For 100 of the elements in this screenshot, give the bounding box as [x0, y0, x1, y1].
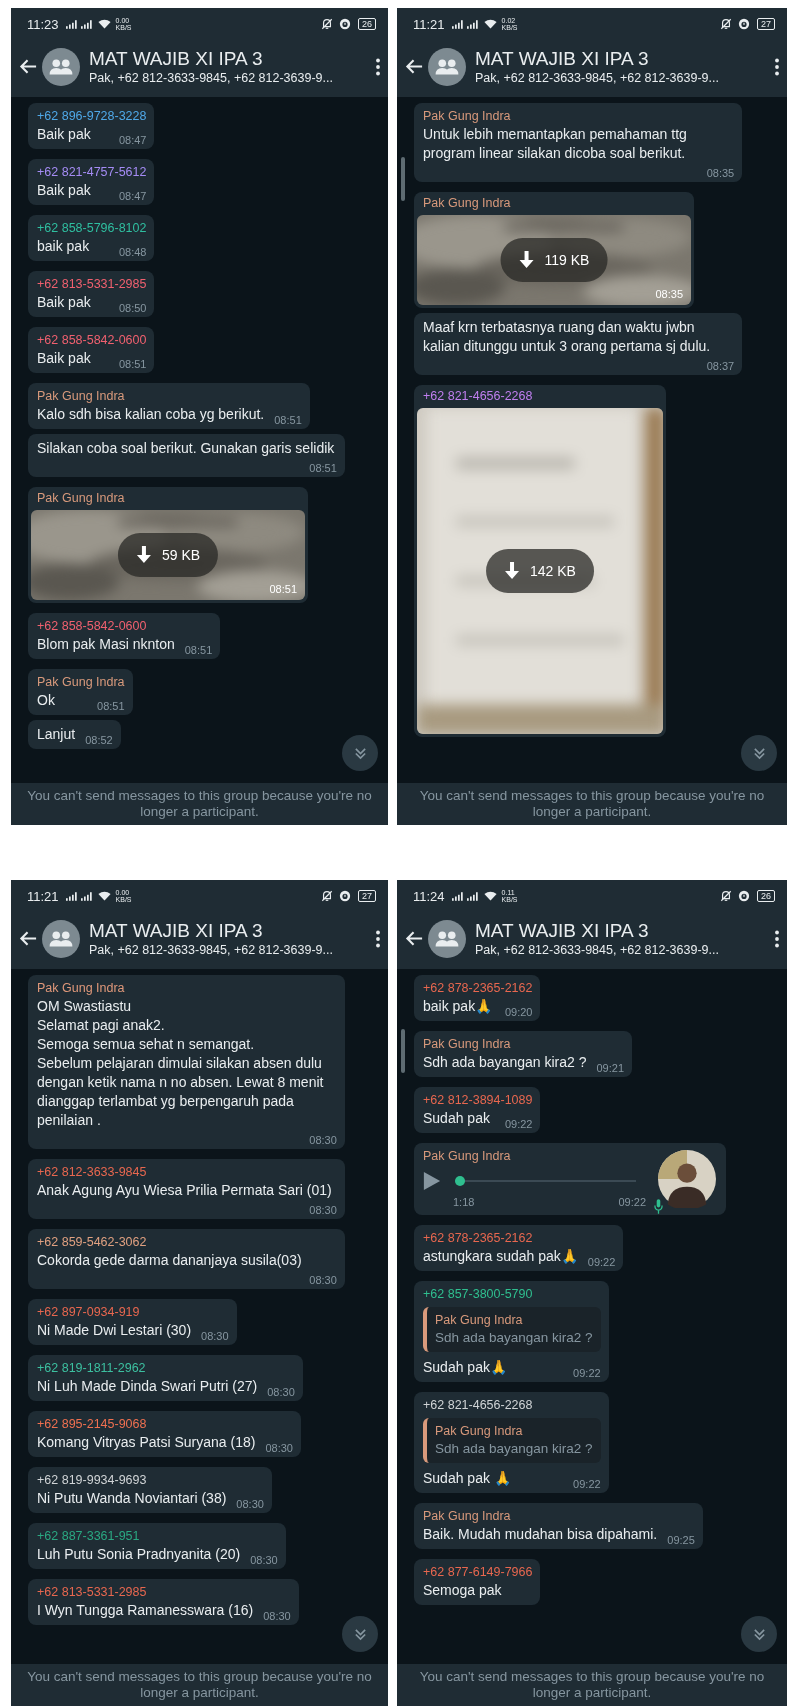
message-time: 08:30: [309, 1133, 337, 1147]
quoted-message[interactable]: Pak Gung Indra Sdh ada bayangan kira2 ?: [423, 1418, 601, 1463]
message-time: 08:30: [263, 1609, 291, 1623]
message-time: 08:47: [118, 133, 147, 147]
chat-title[interactable]: MAT WAJIB XI IPA 3: [475, 919, 769, 942]
group-avatar-icon[interactable]: [428, 47, 466, 86]
wifi-icon: [483, 891, 497, 901]
message-text: Semoga pak: [423, 1581, 502, 1600]
sender-name: +62 819-1811-2962: [37, 1360, 147, 1377]
message-text: Sdh ada bayangan kira2 ?: [423, 1053, 587, 1072]
quoted-text: Sdh ada bayangan kira2 ?: [435, 1329, 593, 1347]
message-time: 08:37: [706, 359, 735, 373]
scroll-down-button[interactable]: [342, 735, 378, 771]
download-button[interactable]: 119 KB: [500, 238, 608, 282]
notice-text: You can't send messages to this group because you're no longer a participant.: [418, 788, 766, 820]
sender-name: Pak Gung Indra: [422, 195, 512, 212]
alarm-icon: [738, 890, 750, 902]
sender-name: Pak Gung Indra: [37, 980, 126, 997]
sender-name: +62 821-4757-5612: [37, 164, 147, 181]
signal-icon: [65, 19, 78, 29]
chat-participants: Pak, +62 812-3633-9845, +62 812-3639-9...: [89, 942, 334, 958]
group-avatar-icon[interactable]: [42, 919, 80, 958]
message-time: 08:30: [267, 1385, 295, 1399]
sender-name: +62 895-2145-9068: [37, 1416, 148, 1433]
scroll-down-button[interactable]: [741, 1616, 777, 1652]
message-text: Sudah pak 🙏: [423, 1469, 511, 1488]
scroll-down-button[interactable]: [741, 735, 777, 771]
chat-participants: Pak, +62 812-3633-9845, +62 812-3639-9...: [475, 942, 720, 958]
sender-name: +62 877-6149-7966: [423, 1564, 533, 1581]
menu-icon[interactable]: [775, 929, 779, 948]
double-chevron-icon: [353, 1627, 367, 1641]
scroll-down-button[interactable]: [342, 1616, 378, 1652]
sender-name: +62 813-5331-2985: [37, 276, 147, 293]
message-text: Blom pak Masi nknton: [37, 635, 175, 654]
message-time: 09:22: [573, 1366, 601, 1380]
signal-icon: [451, 891, 464, 901]
slider-thumb[interactable]: [455, 1176, 465, 1186]
download-icon: [135, 546, 152, 564]
sender-name: Pak Gung Indra: [423, 1508, 512, 1525]
sender-name: +62 859-5462-3062: [37, 1234, 148, 1251]
back-icon[interactable]: [19, 57, 38, 76]
muted-bell-icon: [321, 18, 333, 30]
message-time: 08:30: [250, 1553, 278, 1567]
microphone-icon: [654, 1198, 663, 1214]
alarm-icon: [738, 18, 750, 30]
group-avatar-icon[interactable]: [428, 919, 466, 958]
play-icon[interactable]: [423, 1171, 441, 1191]
battery-indicator: 26: [757, 890, 775, 902]
message-text: Sudah pak🙏: [423, 1358, 507, 1377]
quoted-message[interactable]: Pak Gung Indra Sdh ada bayangan kira2 ?: [423, 1307, 601, 1352]
message-time: 09:25: [667, 1533, 695, 1547]
sender-name: Pak Gung Indra: [435, 1312, 524, 1329]
menu-icon[interactable]: [376, 929, 380, 948]
back-icon[interactable]: [405, 57, 424, 76]
message-text: Maaf krn terbatasnya ruang dan waktu jwbn kalian ditunggu untuk 3 orang pertama sj dulu.: [423, 318, 712, 356]
menu-icon[interactable]: [775, 57, 779, 76]
notice-text: You can't send messages to this group because you're no longer a participant.: [26, 1669, 373, 1701]
sender-name: +62 897-0934-919: [37, 1304, 141, 1321]
message-text: OM Swastiastu Selamat pagi anak2. Semoga semua sehat n semangat. Sebelum pelajaran dimulai silakan absen dulu dengan ketik nama n no absen. Lewat 8 menit dianggap terlambat yg berpengaruh pada penilaian .: [37, 997, 325, 1130]
signal-icon: [80, 19, 93, 29]
sender-name: +62 858-5842-0600: [37, 618, 148, 635]
message-time: 08:51: [118, 357, 147, 371]
message-text: Anak Agung Ayu Wiesa Prilia Permata Sari (01): [37, 1181, 332, 1200]
battery-indicator: 26: [358, 18, 376, 30]
battery-indicator: 27: [757, 18, 775, 30]
message-time: 08:51: [274, 413, 302, 427]
message-time: 08:30: [201, 1329, 229, 1343]
signal-icon: [65, 891, 78, 901]
message-text: Baik pak: [37, 181, 91, 200]
notice-text: You can't send messages to this group because you're no longer a participant.: [26, 788, 373, 820]
sender-name: +62 812-3633-9845: [37, 1164, 148, 1181]
wifi-icon: [97, 19, 111, 29]
message-time: 08:47: [118, 189, 147, 203]
message-text: I Wyn Tungga Ramanesswara (16): [37, 1601, 254, 1620]
chat-title[interactable]: MAT WAJIB XI IPA 3: [89, 47, 370, 70]
chat-title[interactable]: MAT WAJIB XI IPA 3: [475, 47, 769, 70]
message-text: Ni Putu Wanda Noviantari (38): [37, 1489, 227, 1508]
wifi-icon: [483, 19, 497, 29]
sender-name: +62 857-3800-5790: [423, 1286, 534, 1303]
chat-participants: Pak, +62 812-3633-9845, +62 812-3639-9...: [89, 70, 334, 86]
message-time: 08:51: [269, 583, 297, 595]
download-button[interactable]: 142 KB: [486, 549, 594, 593]
message-text: Komang Vitryas Patsi Suryana (18): [37, 1433, 256, 1452]
message-text: Cokorda gede darma dananjaya susila(03): [37, 1251, 302, 1270]
sender-name: Pak Gung Indra: [435, 1423, 524, 1440]
group-avatar-icon[interactable]: [42, 47, 80, 86]
back-icon[interactable]: [405, 929, 424, 948]
message-text: Baik pak: [37, 125, 91, 144]
status-time: 11:24: [413, 888, 445, 904]
chat-participants: Pak, +62 812-3633-9845, +62 812-3639-9...: [475, 70, 720, 86]
menu-icon[interactable]: [376, 57, 380, 76]
sender-name: +62 821-4656-2268: [422, 388, 534, 405]
message-text: baik pak🙏: [423, 997, 493, 1016]
chat-title[interactable]: MAT WAJIB XI IPA 3: [89, 919, 370, 942]
message-text: Baik pak: [37, 349, 91, 368]
message-text: Silakan coba soal berikut. Gunakan garis selidik: [37, 439, 335, 458]
message-time: 08:30: [236, 1497, 264, 1511]
download-button[interactable]: 59 KB: [117, 533, 219, 577]
muted-bell-icon: [720, 18, 732, 30]
back-icon[interactable]: [19, 929, 38, 948]
